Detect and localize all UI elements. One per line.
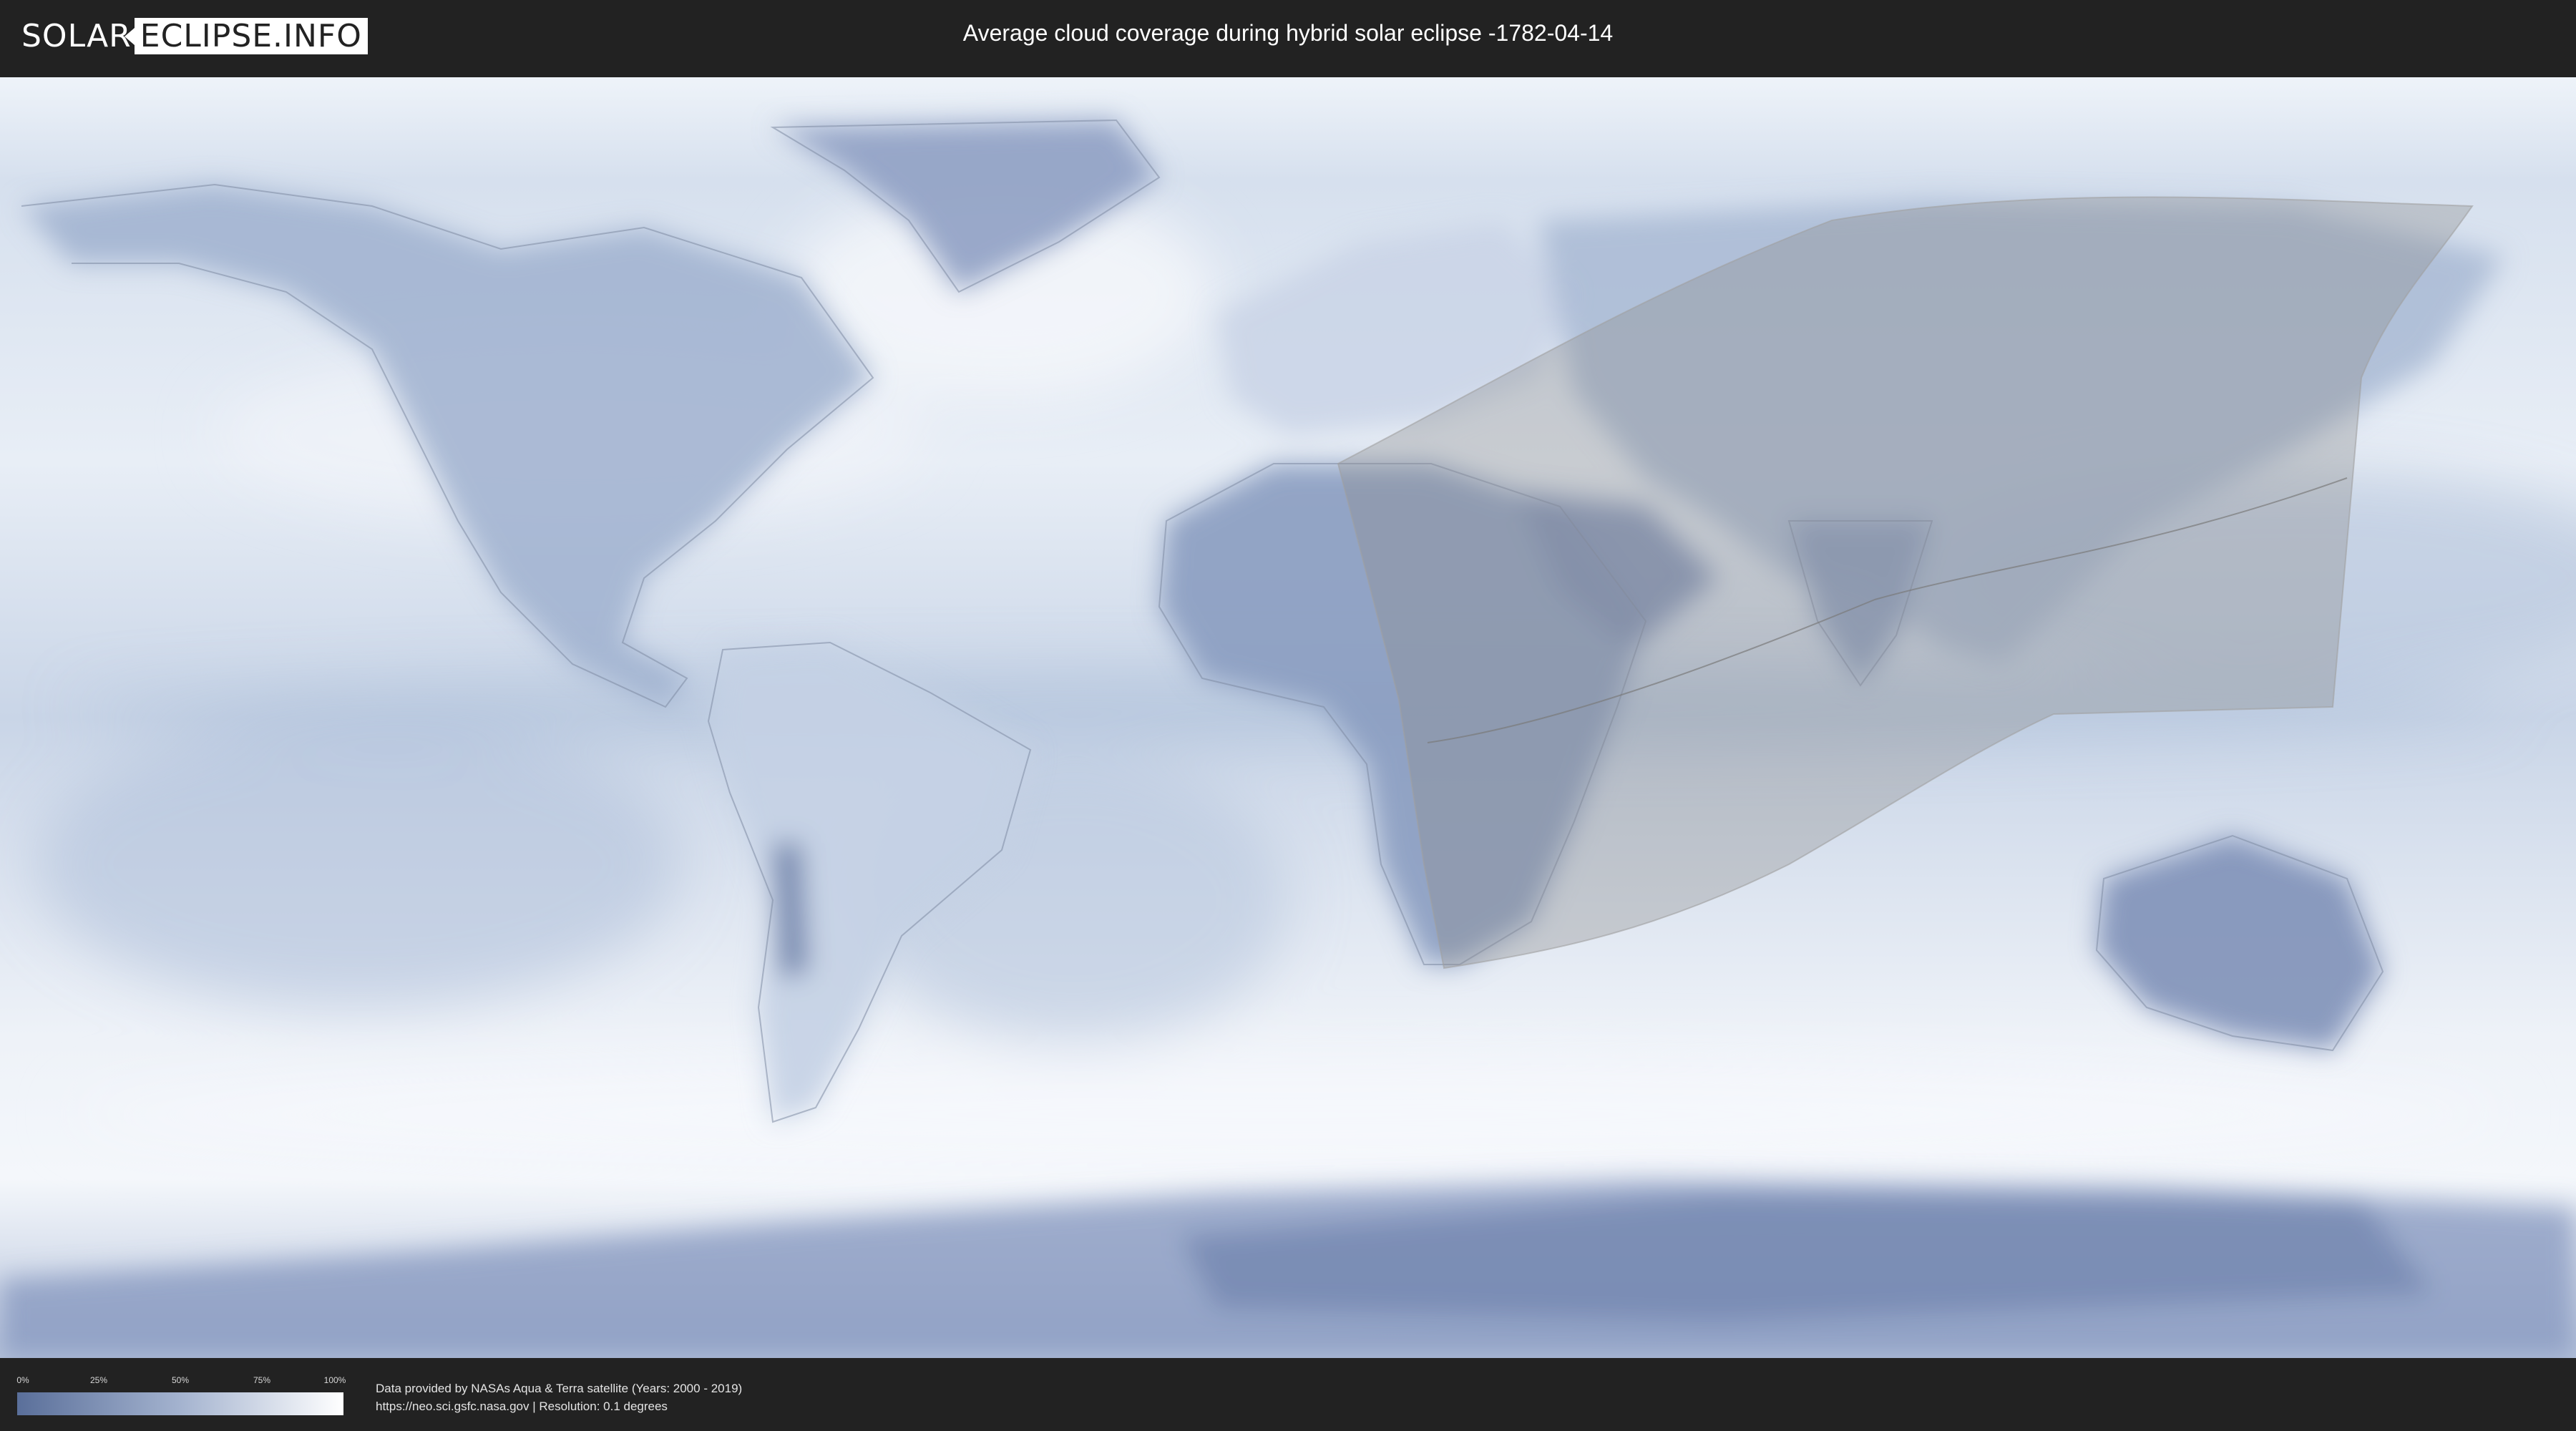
legend-tick-25: 25%: [89, 1375, 108, 1385]
legend-tick-0: 0%: [16, 1375, 29, 1385]
credits-link[interactable]: https://neo.sci.gsfc.nasa.gov | Resoluti…: [376, 1397, 742, 1415]
legend-gradient-bar: [17, 1392, 343, 1415]
page-title: Average cloud coverage during hybrid sol…: [962, 20, 1614, 46]
legend-ticks: 0% 25% 50% 75% 100%: [16, 1375, 346, 1387]
header-bar: SOLAR ECLIPSE.INFO Average cloud coverag…: [0, 0, 2576, 72]
cloud-coverage-map: [0, 77, 2576, 1358]
legend-tick-100: 100%: [323, 1375, 346, 1385]
legend-tick-75: 75%: [253, 1375, 271, 1385]
legend-tick-50: 50%: [171, 1375, 190, 1385]
data-credits: Data provided by NASAs Aqua & Terra sate…: [376, 1379, 742, 1415]
cloud-coverage-legend: 0% 25% 50% 75% 100%: [16, 1375, 346, 1415]
credits-source: Data provided by NASAs Aqua & Terra sate…: [376, 1382, 743, 1395]
world-map-svg: [0, 77, 2576, 1358]
